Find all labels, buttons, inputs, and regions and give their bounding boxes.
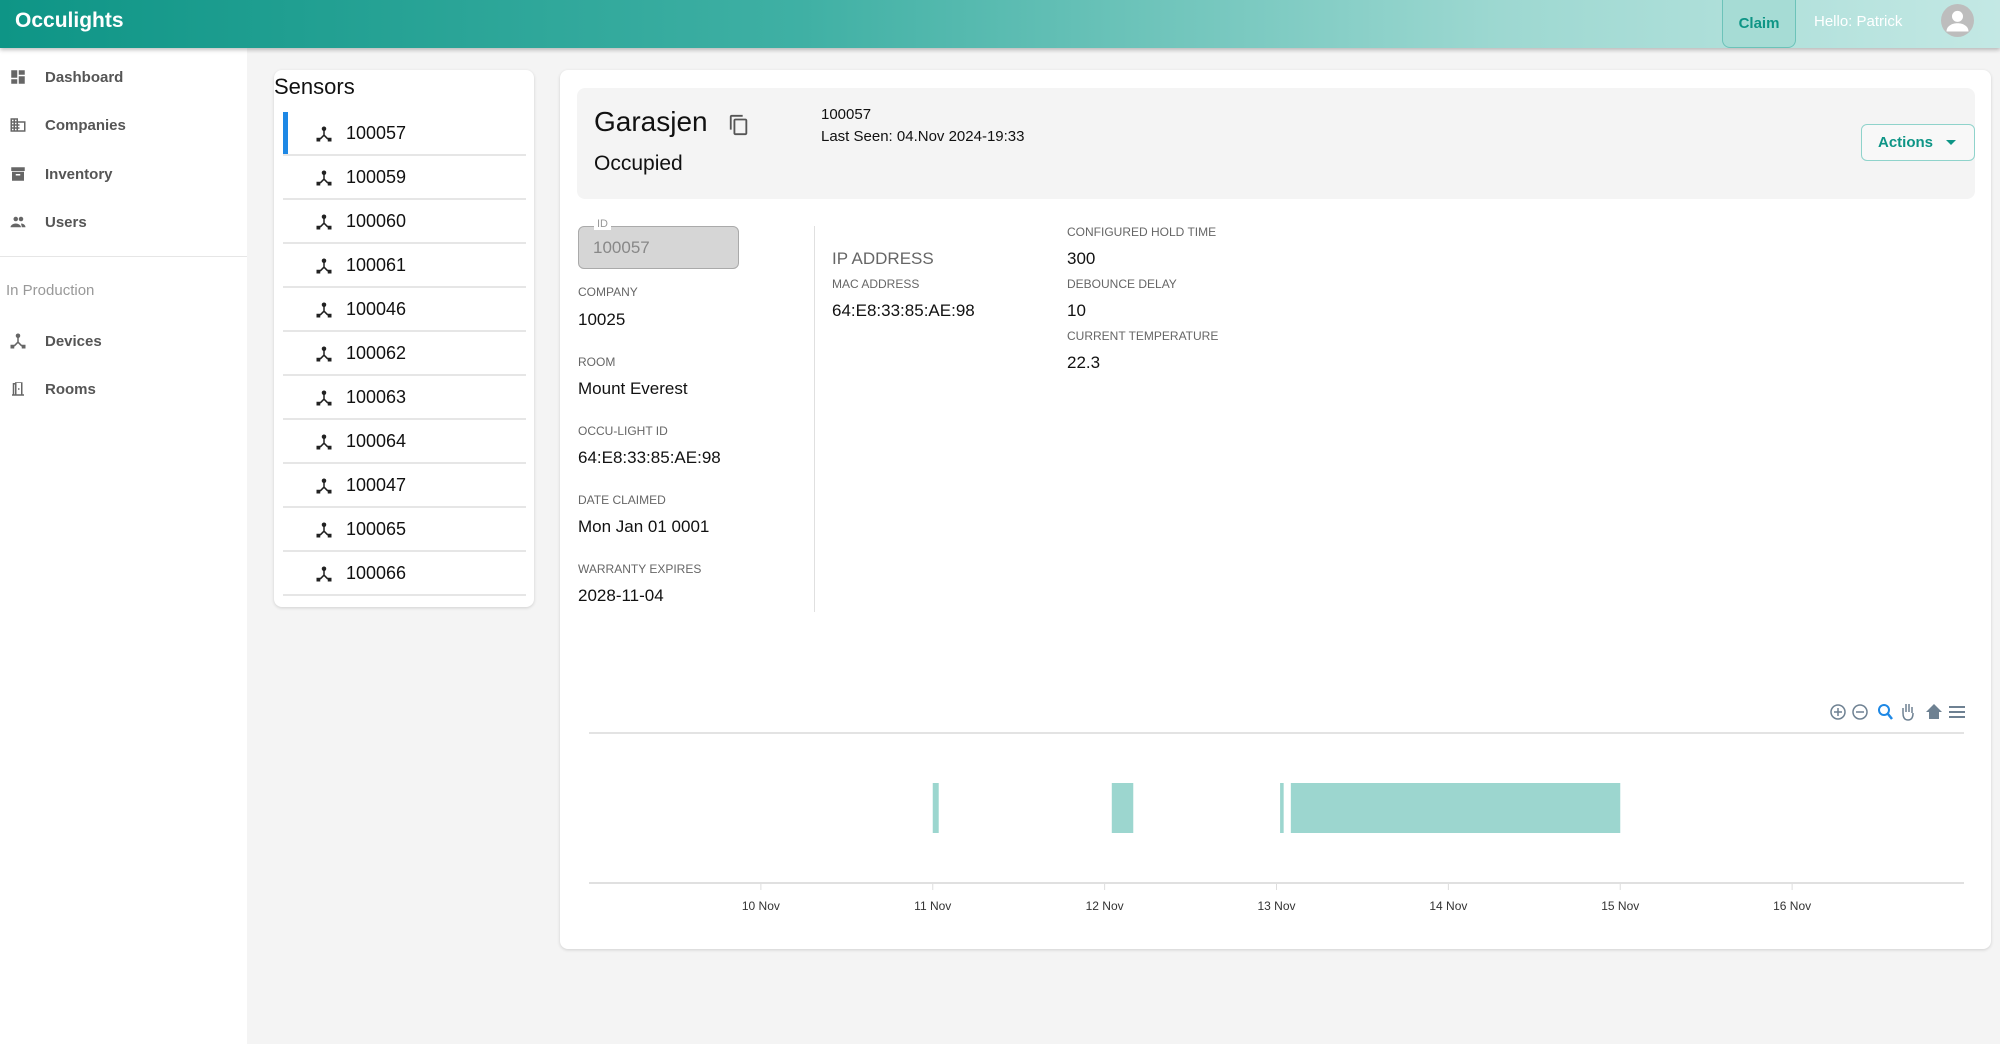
chart-toolbar xyxy=(1830,704,1965,721)
brand-logo[interactable]: Occulights xyxy=(15,9,124,33)
x-tick-label: 12 Nov xyxy=(1086,899,1124,913)
top-bar: Occulights Claim Hello: Patrick xyxy=(0,0,2000,48)
x-tick-label: 10 Nov xyxy=(742,899,780,913)
occupancy-range-bar[interactable] xyxy=(932,783,939,833)
x-tick-label: 14 Nov xyxy=(1429,899,1467,913)
occupancy-range-bar[interactable] xyxy=(1280,783,1284,833)
menu-icon[interactable] xyxy=(1949,706,1965,718)
claim-button[interactable]: Claim xyxy=(1722,0,1796,48)
user-greeting: Hello: Patrick xyxy=(1814,13,1903,30)
x-tick-label: 15 Nov xyxy=(1601,899,1639,913)
occupancy-range-bar[interactable] xyxy=(1111,783,1134,833)
zoom-out-icon[interactable] xyxy=(1852,704,1868,720)
occupancy-timeline-chart: 10 Nov 11 Nov 12 Nov 13 Nov 14 Nov 15 Nov 16 N… xyxy=(589,704,1965,913)
x-tick-label: 16 Nov xyxy=(1773,899,1811,913)
zoom-in-icon[interactable] xyxy=(1830,704,1846,720)
user-icon xyxy=(1946,10,1969,32)
pan-icon[interactable] xyxy=(1902,704,1914,721)
avatar[interactable] xyxy=(1941,4,1974,37)
x-tick-label: 13 Nov xyxy=(1257,899,1295,913)
x-tick-label: 11 Nov xyxy=(914,899,951,913)
home-icon[interactable] xyxy=(1926,704,1942,719)
occupancy-range-bar[interactable] xyxy=(1290,783,1621,833)
selection-zoom-icon[interactable] xyxy=(1878,704,1893,720)
